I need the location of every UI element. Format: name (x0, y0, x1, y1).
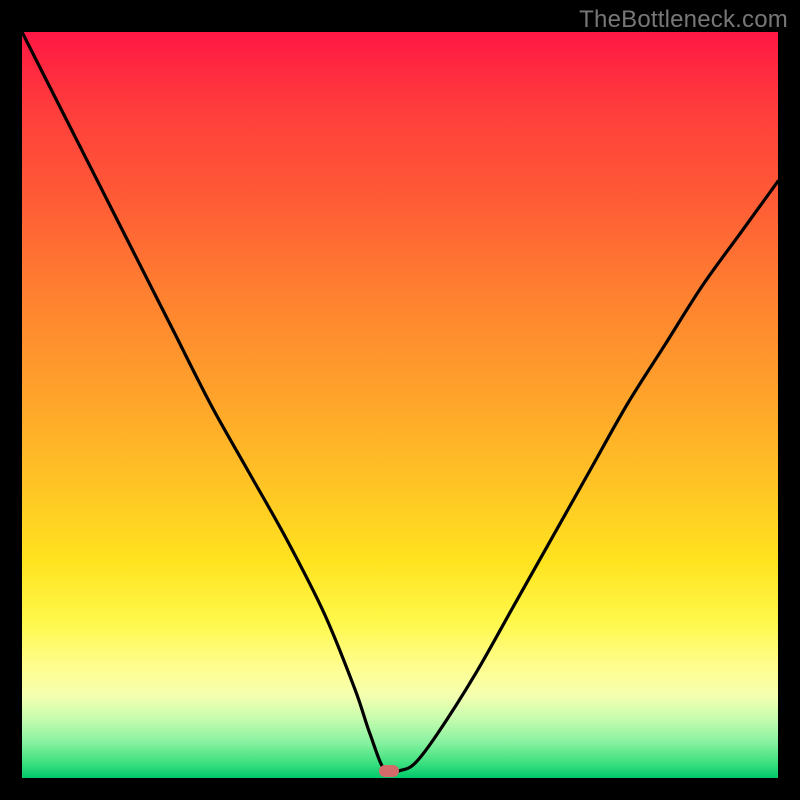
watermark-text: TheBottleneck.com (579, 6, 788, 34)
optimum-marker (379, 765, 399, 777)
plot-area (22, 32, 778, 778)
chart-frame: TheBottleneck.com (0, 0, 800, 800)
